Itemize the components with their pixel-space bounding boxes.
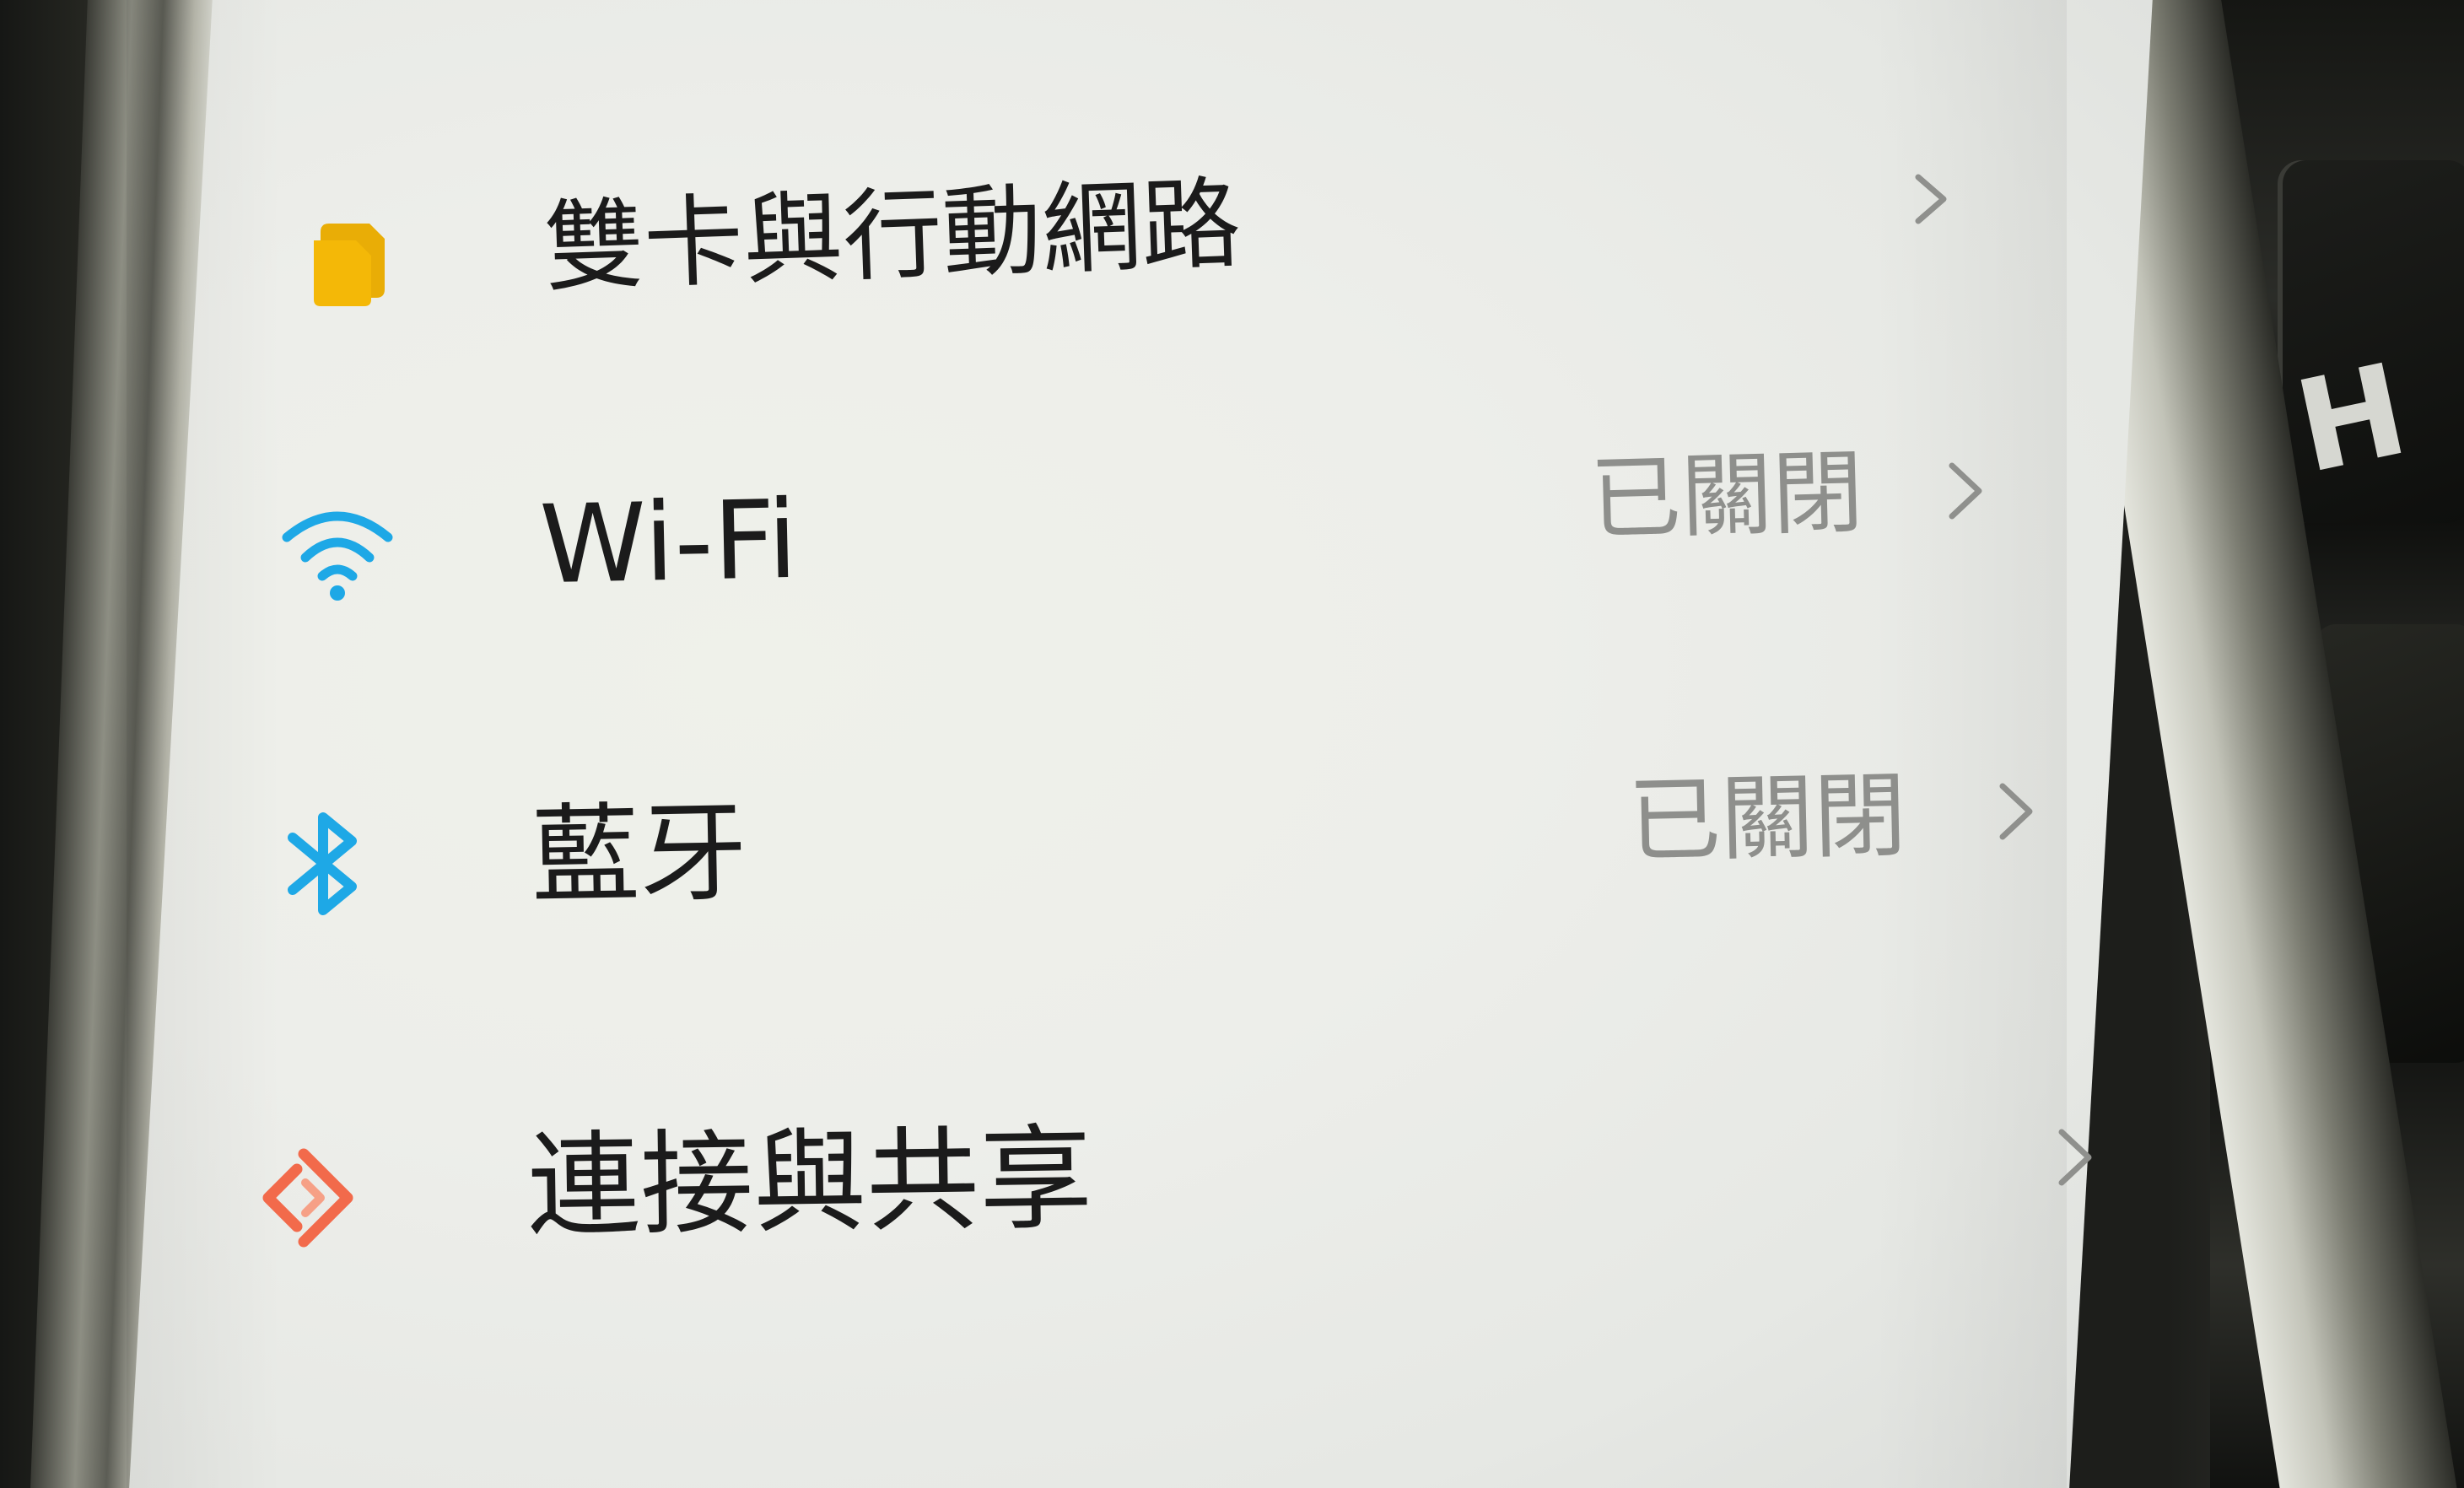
chevron-right-icon xyxy=(1949,462,1982,520)
connection-sharing-icon xyxy=(262,1148,353,1248)
chevron-right-icon xyxy=(2058,1129,2092,1186)
settings-item-label: 連接與共享 xyxy=(526,1113,1094,1253)
wifi-icon xyxy=(282,511,393,601)
chevron-right-icon xyxy=(1999,783,2033,840)
chevron-right-icon xyxy=(1915,174,1947,224)
settings-item-label: 藍牙 xyxy=(530,790,749,920)
settings-item-bluetooth[interactable]: 藍牙 已關閉 xyxy=(228,759,2058,945)
settings-item-label: 雙卡與行動網路 xyxy=(542,164,1243,306)
settings-item-wifi[interactable]: Wi-Fi 已關閉 xyxy=(236,439,2025,624)
sim-card-icon xyxy=(314,224,385,306)
settings-item-dual-sim[interactable]: 雙卡與行動網路 xyxy=(236,135,1991,321)
wifi-status-text: 已關閉 xyxy=(1588,439,1865,553)
bluetooth-icon xyxy=(288,812,357,915)
photo-scene: H 雙卡與行動網路 Wi-Fi 已關閉 藍牙 已關閉 連接與共享 xyxy=(0,0,2464,1488)
bluetooth-status-text: 已關閉 xyxy=(1626,761,1908,876)
settings-item-connection-sharing[interactable]: 連接與共享 xyxy=(219,1088,2100,1274)
settings-item-label: Wi-Fi xyxy=(538,477,799,609)
